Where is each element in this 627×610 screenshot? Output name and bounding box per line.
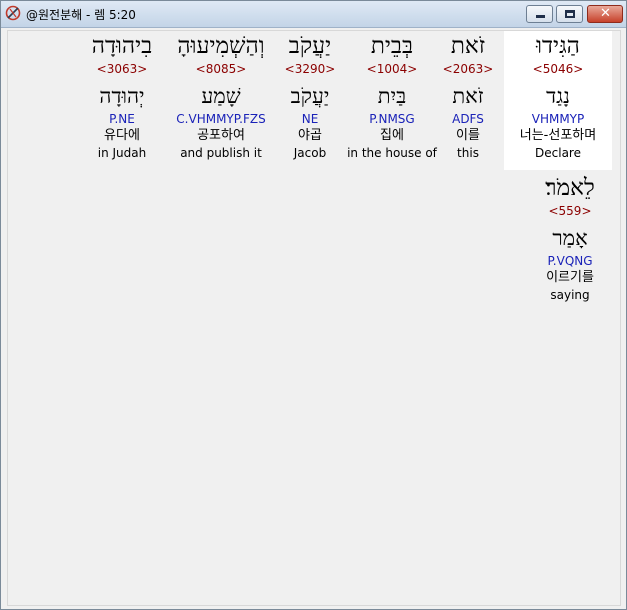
hebrew-word: בְּבֵית: [370, 33, 414, 59]
strong-number[interactable]: <5046>: [504, 61, 612, 77]
korean-gloss: 이르기를: [546, 270, 594, 285]
strong-number[interactable]: <559>: [524, 203, 616, 219]
korean-gloss: 유다에: [104, 128, 140, 143]
strong-number[interactable]: <3290>: [278, 61, 342, 77]
morphology-code: ADFS: [452, 112, 484, 126]
minimize-button[interactable]: [526, 5, 553, 23]
word-cell-declare[interactable]: הַגִּידוּ <5046> נָגַד VHMMYP 너는-선포하며 De…: [504, 31, 612, 170]
english-gloss: this: [457, 146, 479, 160]
morphology-code: P.NE: [109, 112, 135, 126]
english-gloss: in Judah: [97, 146, 147, 160]
english-gloss: and publish it: [180, 146, 262, 160]
strong-number[interactable]: <2063>: [433, 61, 503, 77]
morphology-code: VHMMYP: [531, 112, 585, 126]
hebrew-word: וְהַשְׁמִיעוּהָ: [177, 33, 265, 59]
hebrew-lexeme: יְהוּדָה: [99, 84, 145, 108]
morphology-code: C.VHMMYP.FZS: [176, 112, 266, 126]
morphology-code: P.VQNG: [547, 254, 593, 268]
hebrew-word: לֵאמֹר׃: [545, 175, 595, 201]
close-icon: ✕: [600, 6, 611, 21]
minimize-icon: [536, 15, 545, 18]
hebrew-word: הַגִּידוּ: [536, 33, 580, 59]
word-cell-this[interactable]: זֹאת <2063> זֹאת ADFS 이를 this: [433, 31, 503, 170]
maximize-button[interactable]: [556, 5, 583, 23]
korean-gloss: 너는-선포하며: [519, 128, 597, 143]
hebrew-word: זֹאת: [450, 33, 486, 59]
word-cell-in-the-house-of[interactable]: בְּבֵית <1004> בַּיִת P.NMSG 집에 in the h…: [345, 31, 439, 170]
strong-number[interactable]: <3063>: [88, 61, 156, 77]
english-gloss: saying: [550, 288, 590, 302]
hebrew-lexeme: בַּיִת: [377, 84, 407, 108]
english-gloss: Jacob: [293, 146, 327, 160]
word-analysis-panel: הַגִּידוּ <5046> נָגַד VHMMYP 너는-선포하며 De…: [7, 30, 621, 606]
close-button[interactable]: ✕: [587, 5, 623, 23]
title-bar[interactable]: @원전분해 - 렘 5:20 ✕: [1, 1, 626, 28]
korean-gloss: 공포하여: [197, 128, 245, 143]
word-cell-in-judah[interactable]: בִיהוּדָה <3063> יְהוּדָה P.NE 유다에 in Ju…: [88, 31, 156, 170]
maximize-icon: [565, 10, 575, 18]
hebrew-lexeme: שָׁמַע: [201, 84, 241, 108]
korean-gloss: 집에: [380, 128, 404, 143]
app-logo-icon[interactable]: [5, 5, 21, 21]
word-cell-jacob[interactable]: יַעֲקֹב <3290> יַעֲקֹב NE 야곱 Jacob: [278, 31, 342, 170]
hebrew-word: יַעֲקֹב: [288, 33, 332, 59]
hebrew-lexeme: נָגַד: [546, 84, 570, 108]
strong-number[interactable]: <8085>: [166, 61, 276, 77]
hebrew-lexeme: יַעֲקֹב: [290, 84, 330, 108]
english-gloss: in the house of: [347, 146, 437, 160]
morphology-code: P.NMSG: [369, 112, 415, 126]
word-cell-and-publish-it[interactable]: וְהַשְׁמִיעוּהָ <8085> שָׁמַע C.VHMMYP.F…: [166, 31, 276, 170]
morphology-code: NE: [301, 112, 319, 126]
hebrew-lexeme: אָמַר: [552, 226, 588, 250]
word-cell-saying[interactable]: לֵאמֹר׃ <559> אָמַר P.VQNG 이르기를 saying: [524, 173, 616, 312]
korean-gloss: 이를: [456, 128, 480, 143]
hebrew-lexeme: זֹאת: [452, 84, 484, 108]
hebrew-word: בִיהוּדָה: [91, 33, 153, 59]
app-window: @원전분해 - 렘 5:20 ✕ הַגִּידוּ <5046> נָגַד …: [0, 0, 627, 610]
window-title: @원전분해 - 렘 5:20: [26, 8, 136, 22]
strong-number[interactable]: <1004>: [345, 61, 439, 77]
english-gloss: Declare: [535, 146, 581, 160]
korean-gloss: 야곱: [298, 128, 322, 143]
